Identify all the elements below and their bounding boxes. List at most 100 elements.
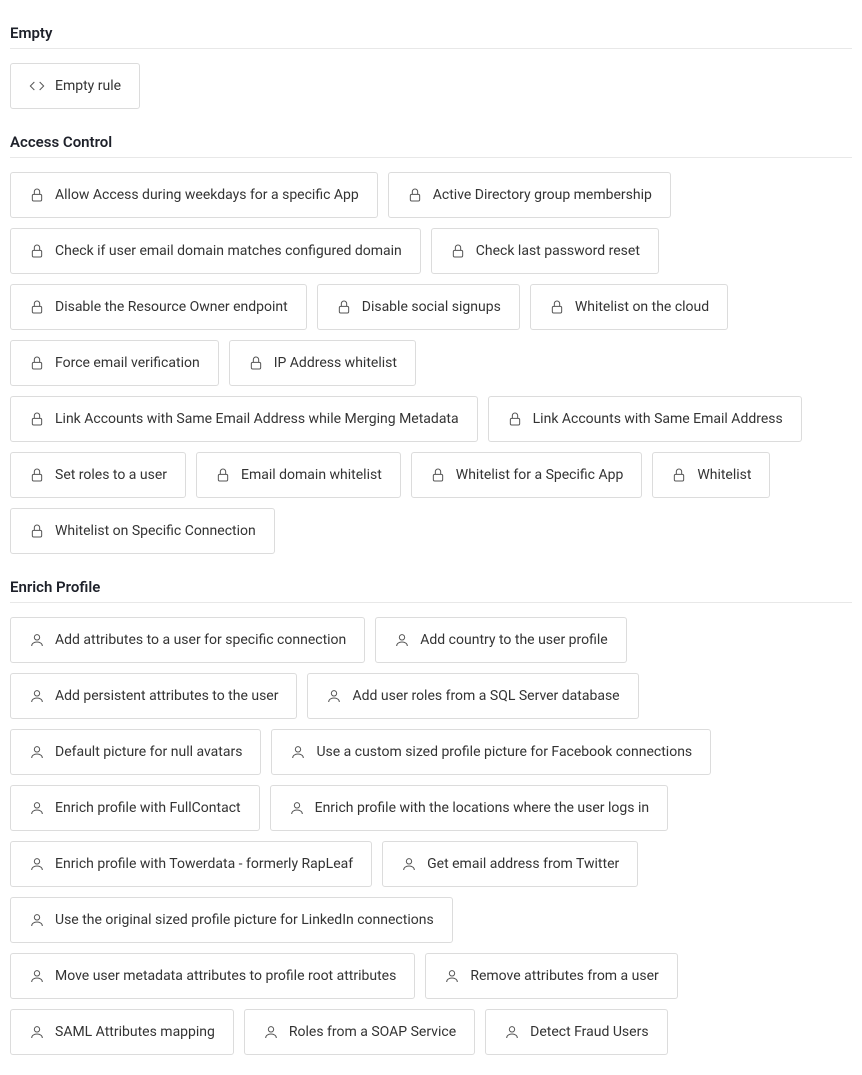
card-label: Disable social signups — [362, 299, 501, 315]
card-label: Email domain whitelist — [241, 467, 382, 483]
card-label: SAML Attributes mapping — [55, 1024, 215, 1040]
card-add-country-profile[interactable]: Add country to the user profile — [375, 617, 626, 663]
divider — [10, 157, 852, 158]
card-label: Use the original sized profile picture f… — [55, 912, 434, 928]
card-label: Whitelist on the cloud — [575, 299, 709, 315]
card-label: Check if user email domain matches confi… — [55, 243, 402, 259]
card-set-roles-to-user[interactable]: Set roles to a user — [10, 452, 186, 498]
lock-icon — [29, 355, 45, 371]
user-icon — [504, 1024, 520, 1040]
card-label: Force email verification — [55, 355, 200, 371]
lock-icon — [336, 299, 352, 315]
card-enrich-locations[interactable]: Enrich profile with the locations where … — [270, 785, 669, 831]
lock-icon — [507, 411, 523, 427]
card-label: Add user roles from a SQL Server databas… — [352, 688, 619, 704]
user-icon — [29, 688, 45, 704]
card-detect-fraud-users[interactable]: Detect Fraud Users — [485, 1009, 667, 1055]
user-icon — [29, 1024, 45, 1040]
card-whitelist-specific-app[interactable]: Whitelist for a Specific App — [411, 452, 643, 498]
lock-icon — [430, 467, 446, 483]
card-enrich-fullcontact[interactable]: Enrich profile with FullContact — [10, 785, 260, 831]
empty-cards: Empty rule — [10, 63, 852, 109]
lock-icon — [248, 355, 264, 371]
card-label: Enrich profile with Towerdata - formerly… — [55, 856, 353, 872]
lock-icon — [29, 467, 45, 483]
user-icon — [29, 856, 45, 872]
card-label: Get email address from Twitter — [427, 856, 619, 872]
card-label: Roles from a SOAP Service — [289, 1024, 456, 1040]
divider — [10, 602, 852, 603]
card-linkedin-picture[interactable]: Use the original sized profile picture f… — [10, 897, 453, 943]
card-force-email-verification[interactable]: Force email verification — [10, 340, 219, 386]
card-link-accounts-same-email[interactable]: Link Accounts with Same Email Address — [488, 396, 802, 442]
card-disable-social-signups[interactable]: Disable social signups — [317, 284, 520, 330]
card-remove-attributes[interactable]: Remove attributes from a user — [425, 953, 677, 999]
card-whitelist-specific-connection[interactable]: Whitelist on Specific Connection — [10, 508, 275, 554]
user-icon — [289, 800, 305, 816]
card-label: Add persistent attributes to the user — [55, 688, 278, 704]
card-label: Add country to the user profile — [420, 632, 607, 648]
code-icon — [29, 78, 45, 94]
lock-icon — [671, 467, 687, 483]
card-label: Empty rule — [55, 78, 121, 94]
card-label: IP Address whitelist — [274, 355, 397, 371]
card-label: Disable the Resource Owner endpoint — [55, 299, 288, 315]
lock-icon — [450, 243, 466, 259]
enrich-profile-cards: Add attributes to a user for specific co… — [10, 617, 852, 1055]
card-check-email-domain[interactable]: Check if user email domain matches confi… — [10, 228, 421, 274]
lock-icon — [29, 243, 45, 259]
section-header-access-control: Access Control — [10, 133, 852, 151]
card-add-persistent-attributes[interactable]: Add persistent attributes to the user — [10, 673, 297, 719]
card-move-metadata-root[interactable]: Move user metadata attributes to profile… — [10, 953, 415, 999]
card-email-domain-whitelist[interactable]: Email domain whitelist — [196, 452, 401, 498]
card-ip-address-whitelist[interactable]: IP Address whitelist — [229, 340, 416, 386]
user-icon — [29, 744, 45, 760]
user-icon — [29, 912, 45, 928]
lock-icon — [29, 411, 45, 427]
card-label: Remove attributes from a user — [470, 968, 658, 984]
card-label: Set roles to a user — [55, 467, 167, 483]
card-check-last-password-reset[interactable]: Check last password reset — [431, 228, 659, 274]
card-label: Active Directory group membership — [433, 187, 652, 203]
card-custom-facebook-picture[interactable]: Use a custom sized profile picture for F… — [271, 729, 711, 775]
card-allow-access-weekdays[interactable]: Allow Access during weekdays for a speci… — [10, 172, 378, 218]
card-default-picture-null-avatars[interactable]: Default picture for null avatars — [10, 729, 261, 775]
card-empty-rule[interactable]: Empty rule — [10, 63, 140, 109]
card-label: Check last password reset — [476, 243, 640, 259]
card-roles-soap-service[interactable]: Roles from a SOAP Service — [244, 1009, 475, 1055]
card-ad-group-membership[interactable]: Active Directory group membership — [388, 172, 671, 218]
card-enrich-towerdata[interactable]: Enrich profile with Towerdata - formerly… — [10, 841, 372, 887]
user-icon — [394, 632, 410, 648]
lock-icon — [407, 187, 423, 203]
divider — [10, 48, 852, 49]
card-link-accounts-merge-metadata[interactable]: Link Accounts with Same Email Address wh… — [10, 396, 478, 442]
access-control-cards: Allow Access during weekdays for a speci… — [10, 172, 852, 554]
lock-icon — [29, 523, 45, 539]
card-label: Use a custom sized profile picture for F… — [316, 744, 692, 760]
card-disable-resource-owner-endpoint[interactable]: Disable the Resource Owner endpoint — [10, 284, 307, 330]
card-whitelist-on-cloud[interactable]: Whitelist on the cloud — [530, 284, 728, 330]
card-saml-attributes-mapping[interactable]: SAML Attributes mapping — [10, 1009, 234, 1055]
card-label: Whitelist — [697, 467, 751, 483]
card-label: Allow Access during weekdays for a speci… — [55, 187, 359, 203]
card-label: Enrich profile with FullContact — [55, 800, 241, 816]
card-label: Add attributes to a user for specific co… — [55, 632, 346, 648]
user-icon — [263, 1024, 279, 1040]
card-twitter-email[interactable]: Get email address from Twitter — [382, 841, 638, 887]
user-icon — [29, 800, 45, 816]
card-whitelist[interactable]: Whitelist — [652, 452, 770, 498]
user-icon — [290, 744, 306, 760]
card-label: Detect Fraud Users — [530, 1024, 648, 1040]
user-icon — [444, 968, 460, 984]
card-label: Whitelist on Specific Connection — [55, 523, 256, 539]
lock-icon — [29, 187, 45, 203]
user-icon — [29, 968, 45, 984]
card-add-user-roles-sql[interactable]: Add user roles from a SQL Server databas… — [307, 673, 638, 719]
section-header-empty: Empty — [10, 24, 852, 42]
user-icon — [326, 688, 342, 704]
card-label: Enrich profile with the locations where … — [315, 800, 650, 816]
lock-icon — [215, 467, 231, 483]
card-add-attributes-specific-connection[interactable]: Add attributes to a user for specific co… — [10, 617, 365, 663]
card-label: Link Accounts with Same Email Address — [533, 411, 783, 427]
lock-icon — [29, 299, 45, 315]
